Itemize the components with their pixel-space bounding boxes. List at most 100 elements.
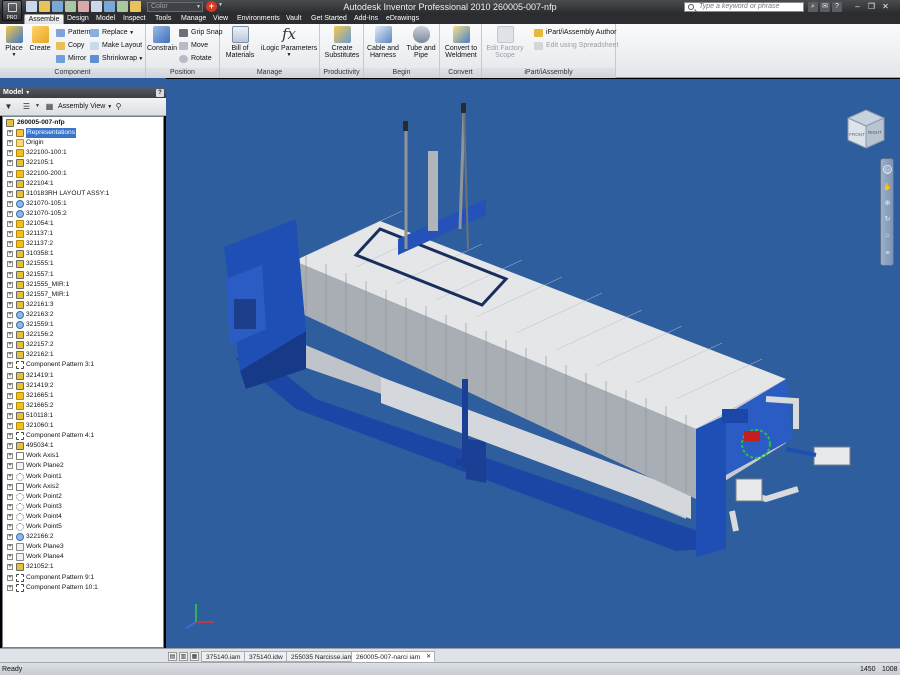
minimize-icon[interactable]: – [852, 1, 863, 12]
doc-tab-1[interactable]: 375140.iam [201, 651, 246, 662]
expand-toggle-icon[interactable]: + [7, 342, 13, 349]
expand-toggle-icon[interactable]: + [7, 190, 13, 197]
begin-panel-label[interactable]: Begin [364, 68, 439, 78]
convert-panel-label[interactable]: Convert [440, 68, 481, 78]
tab-manage[interactable]: Manage [181, 14, 206, 24]
edit-factory-scope-button[interactable]: Edit Factory Scope [485, 26, 525, 59]
model-browser-header[interactable]: Model ▼ ? [0, 88, 166, 98]
steering-wheel-icon[interactable]: ◎ [883, 165, 892, 174]
tree-view-icon[interactable]: ☰ [22, 102, 31, 111]
expand-toggle-icon[interactable]: + [7, 483, 13, 490]
expand-toggle-icon[interactable]: + [7, 433, 13, 440]
expand-toggle-icon[interactable]: + [7, 453, 13, 460]
communication-center-icon[interactable]: ✉ [820, 2, 830, 12]
expand-toggle-icon[interactable]: + [7, 150, 13, 157]
expand-toggle-icon[interactable]: + [7, 200, 13, 207]
ipart-author-button[interactable]: iPart/iAssembly Author [534, 27, 616, 38]
expand-toggle-icon[interactable]: + [7, 503, 13, 510]
grip-snap-button[interactable]: Grip Snap [179, 27, 223, 38]
mirror-button[interactable]: Mirror [56, 53, 86, 64]
ipart-panel-label[interactable]: iPart/iAssembly [482, 68, 615, 78]
shrinkwrap-button[interactable]: Shrinkwrap ▼ [90, 53, 143, 64]
expand-toggle-icon[interactable]: + [7, 463, 13, 470]
tab-vault[interactable]: Vault [286, 14, 301, 24]
zoom-icon[interactable]: ⊕ [883, 199, 892, 208]
convert-to-weldment-button[interactable]: Convert to Weldment [441, 26, 481, 59]
expand-toggle-icon[interactable]: + [7, 554, 13, 561]
expand-toggle-icon[interactable]: + [7, 210, 13, 217]
expand-toggle-icon[interactable]: + [7, 493, 13, 500]
viewcube[interactable]: FRONT RIGHT [846, 108, 886, 152]
expand-toggle-icon[interactable]: + [7, 534, 13, 541]
expand-toggle-icon[interactable]: + [7, 322, 13, 328]
expand-toggle-icon[interactable]: + [7, 524, 13, 530]
constrain-button[interactable]: Constrain [147, 26, 177, 52]
expand-toggle-icon[interactable]: + [7, 291, 13, 298]
tab-view[interactable]: View [213, 14, 228, 24]
expand-toggle-icon[interactable]: + [7, 412, 13, 419]
tile-windows-icon[interactable]: ▤ [168, 652, 177, 661]
expand-toggle-icon[interactable]: + [7, 130, 13, 137]
expand-toggle-icon[interactable]: + [7, 271, 13, 278]
expand-toggle-icon[interactable]: + [7, 574, 13, 581]
tab-inspect[interactable]: Inspect [123, 14, 146, 24]
expand-toggle-icon[interactable]: + [7, 251, 13, 258]
doc-tab-2[interactable]: 375140.idw [244, 651, 288, 662]
graphics-viewport[interactable]: FRONT RIGHT ◎ ✋ ⊕ ↻ ⌂ ≡ [166, 79, 900, 648]
expand-toggle-icon[interactable]: + [7, 564, 13, 571]
tab-design[interactable]: Design [67, 14, 89, 24]
tube-and-pipe-button[interactable]: Tube and Pipe [404, 26, 438, 59]
tab-edrawings[interactable]: eDrawings [386, 14, 419, 24]
rotate-button[interactable]: Rotate [179, 53, 212, 64]
expand-toggle-icon[interactable]: + [7, 301, 13, 308]
tab-add-ins[interactable]: Add-Ins [354, 14, 378, 24]
cable-and-harness-button[interactable]: Cable and Harness [366, 26, 400, 59]
create-button[interactable]: Create [28, 26, 52, 52]
expand-toggle-icon[interactable]: + [7, 180, 13, 187]
search-input[interactable]: Type a keyword or phrase [684, 2, 804, 12]
expand-toggle-icon[interactable]: + [7, 281, 13, 288]
help-icon[interactable]: ? [156, 89, 164, 97]
expand-toggle-icon[interactable]: + [7, 160, 13, 167]
tab-model[interactable]: Model [96, 14, 115, 24]
expand-toggle-icon[interactable]: + [7, 352, 13, 359]
expand-toggle-icon[interactable]: + [7, 261, 13, 268]
place-button[interactable]: Place ▼ [3, 26, 25, 59]
create-substitutes-button[interactable]: Create Substitutes [322, 26, 362, 59]
nav-menu-icon[interactable]: ≡ [883, 249, 892, 258]
pan-icon[interactable]: ✋ [883, 183, 892, 192]
filter-icon[interactable]: ▼ [4, 102, 13, 111]
assembly-view-dropdown[interactable]: Assembly View ▼ [58, 102, 112, 112]
arrange-icon[interactable]: ▦ [190, 652, 199, 661]
copy-button[interactable]: Copy [56, 40, 84, 51]
orbit-icon[interactable]: ↻ [883, 215, 892, 224]
position-panel-label[interactable]: Position [146, 68, 219, 78]
doc-tab-3[interactable]: 255035 Narcisse.iam [286, 651, 358, 662]
expand-toggle-icon[interactable]: + [7, 473, 13, 480]
expand-toggle-icon[interactable]: + [7, 423, 13, 429]
ilogic-parameters-button[interactable]: fx iLogic Parameters ▼ [260, 26, 318, 59]
pattern-button[interactable]: Pattern [56, 27, 91, 38]
restore-icon[interactable]: ❐ [866, 1, 877, 12]
tab-get-started[interactable]: Get Started [311, 14, 347, 24]
tab-tools[interactable]: Tools [155, 14, 171, 24]
expand-toggle-icon[interactable]: + [7, 332, 13, 339]
expand-toggle-icon[interactable]: + [7, 544, 13, 551]
close-icon[interactable]: ✕ [880, 1, 891, 12]
expand-toggle-icon[interactable]: + [7, 362, 13, 369]
help-icon[interactable]: ? [832, 2, 842, 12]
edit-spreadsheet-button[interactable]: Edit using Spreadsheet [534, 40, 618, 51]
expand-toggle-icon[interactable]: + [7, 311, 13, 318]
expand-toggle-icon[interactable]: + [7, 241, 13, 248]
expand-toggle-icon[interactable]: + [7, 221, 13, 227]
expand-toggle-icon[interactable]: + [7, 513, 13, 520]
doc-tab-active[interactable]: 260005-007-narci iam ✕ [351, 651, 436, 662]
expand-toggle-icon[interactable]: + [7, 140, 13, 147]
expand-toggle-icon[interactable]: + [7, 372, 13, 379]
find-binoculars-icon[interactable]: ⚲ [114, 102, 123, 111]
make-layout-button[interactable]: Make Layout [90, 40, 142, 51]
search-icon[interactable]: ⌕ [808, 2, 818, 12]
look-at-icon[interactable]: ⌂ [883, 231, 892, 240]
productivity-panel-label[interactable]: Productivity [320, 68, 363, 78]
expand-toggle-icon[interactable]: + [7, 443, 13, 450]
